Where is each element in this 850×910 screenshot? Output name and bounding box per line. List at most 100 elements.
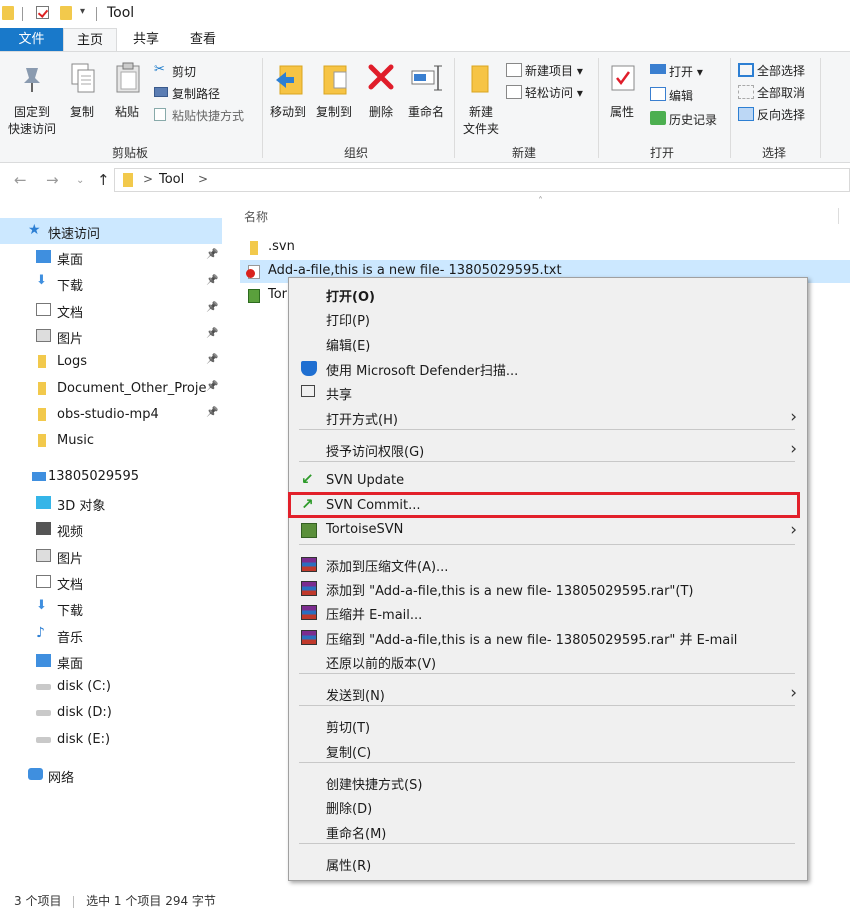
menu-item-7[interactable]: 授予访问权限(G) ›	[289, 437, 807, 461]
nav-pc-item-8[interactable]: disk (C:)	[0, 674, 222, 700]
breadcrumb-tool[interactable]: Tool	[159, 172, 184, 187]
menu-item-3[interactable]: 编辑(E)	[289, 331, 807, 355]
menu-item-15[interactable]: 还原以前的版本(V)	[289, 649, 807, 673]
open-icon	[650, 64, 666, 74]
tab-home[interactable]: 主页	[63, 28, 117, 52]
nav-pc-item-4[interactable]: 文档	[0, 569, 222, 595]
menu-item-14[interactable]: 压缩到 "Add-a-file,this is a new file- 1380…	[289, 625, 807, 649]
file-row[interactable]: .svn	[240, 236, 850, 259]
nav-item-4[interactable]: 图片 📌	[0, 323, 222, 349]
3d-objects-icon	[36, 496, 51, 509]
properties-button[interactable]: 属性	[602, 58, 642, 119]
menu-item-20[interactable]: 删除(D)	[289, 794, 807, 818]
nav-item-3[interactable]: 文档 📌	[0, 297, 222, 323]
recent-chevron-down-icon[interactable]: ⌄	[76, 175, 84, 186]
menu-item-6[interactable]: 打开方式(H) ›	[289, 405, 807, 429]
copy-button[interactable]: 复制	[62, 58, 102, 119]
customize-quick-access-icon[interactable]: ▾	[80, 6, 85, 17]
breadcrumb-separator[interactable]: >	[198, 172, 208, 186]
easy-access-icon	[506, 85, 522, 99]
new-folder-button[interactable]: 新建 文件夹	[458, 58, 504, 138]
pin-icon[interactable]: 📌	[206, 302, 218, 313]
menu-item-8[interactable]: ↙ SVN Update	[289, 469, 807, 493]
menu-item-label: 压缩并 E-mail...	[326, 608, 423, 623]
defender-icon	[301, 361, 317, 376]
nav-item-1[interactable]: 桌面 📌	[0, 244, 222, 270]
menu-item-22[interactable]: 属性(R)	[289, 851, 807, 875]
nav-pc-item-5[interactable]: ⬇ 下载	[0, 595, 222, 621]
pin-icon[interactable]: 📌	[206, 354, 218, 365]
menu-item-1[interactable]: 打开(O)	[289, 282, 807, 306]
nav-pc-item-1[interactable]: 3D 对象	[0, 490, 222, 516]
nav-pc-item-3[interactable]: 图片	[0, 543, 222, 569]
desktop-icon	[36, 653, 51, 667]
menu-item-5[interactable]: 共享	[289, 380, 807, 404]
nav-item-label: obs-studio-mp4	[57, 406, 159, 422]
back-arrow-icon[interactable]: ←	[14, 171, 27, 189]
menu-item-label: 使用 Microsoft Defender扫描...	[326, 364, 519, 379]
chevron-right-icon: ›	[790, 439, 797, 459]
forward-arrow-icon[interactable]: →	[46, 171, 59, 189]
menu-separator	[299, 843, 795, 844]
nav-item-label: Document_Other_Proje	[57, 380, 207, 396]
title-separator	[22, 7, 23, 21]
breadcrumb-separator: >	[143, 172, 154, 186]
menu-item-18[interactable]: 复制(C)	[289, 738, 807, 762]
nav-this-pc[interactable]: 13805029595	[0, 464, 222, 490]
menu-item-2[interactable]: 打印(P)	[289, 306, 807, 330]
pin-icon[interactable]: 📌	[206, 275, 218, 286]
pin-to-quick-access-button[interactable]: 固定到 快速访问	[6, 58, 58, 138]
tab-file[interactable]: 文件	[0, 28, 63, 52]
rename-button[interactable]: 重命名	[402, 58, 450, 119]
pin-icon[interactable]: 📌	[206, 381, 218, 392]
pin-icon[interactable]: 📌	[206, 328, 218, 339]
computer-icon	[32, 472, 46, 481]
delete-button[interactable]: 删除	[362, 58, 400, 119]
document-icon	[36, 574, 51, 588]
nav-item-5[interactable]: Logs 📌	[0, 349, 222, 375]
drive-icon	[36, 710, 51, 717]
move-to-button[interactable]: 移动到	[266, 58, 310, 119]
menu-item-4[interactable]: 使用 Microsoft Defender扫描...	[289, 356, 807, 380]
nav-pc-item-9[interactable]: disk (D:)	[0, 700, 222, 726]
paste-button[interactable]: 粘贴	[106, 58, 148, 119]
nav-item-label: 下载	[57, 604, 84, 620]
group-separator	[820, 58, 821, 158]
nav-pc-item-2[interactable]: 视频	[0, 516, 222, 542]
menu-item-label: SVN Update	[326, 473, 405, 488]
menu-item-12[interactable]: 添加到 "Add-a-file,this is a new file- 1380…	[289, 576, 807, 600]
pin-icon[interactable]: 📌	[206, 249, 218, 260]
nav-pc-item-6[interactable]: ♪ 音乐	[0, 622, 222, 648]
nav-pc-item-10[interactable]: disk (E:)	[0, 727, 222, 753]
nav-item-7[interactable]: obs-studio-mp4 📌	[0, 402, 222, 428]
menu-item-19[interactable]: 创建快捷方式(S)	[289, 770, 807, 794]
menu-item-21[interactable]: 重命名(M)	[289, 819, 807, 843]
nav-item-6[interactable]: Document_Other_Proje 📌	[0, 376, 222, 402]
nav-quick-access[interactable]: ★ 快速访问	[0, 218, 222, 244]
menu-item-10[interactable]: TortoiseSVN ›	[289, 518, 807, 542]
copy-to-button[interactable]: 复制到	[312, 58, 356, 119]
menu-item-13[interactable]: 压缩并 E-mail...	[289, 600, 807, 624]
menu-item-11[interactable]: 添加到压缩文件(A)...	[289, 552, 807, 576]
pin-icon[interactable]: 📌	[206, 407, 218, 418]
nav-network[interactable]: 网络	[0, 762, 222, 788]
properties-quick-icon[interactable]	[36, 6, 49, 19]
address-bar[interactable]: > Tool >	[114, 168, 850, 192]
nav-item-2[interactable]: ⬇ 下载 📌	[0, 270, 222, 296]
nav-item-label: Music	[57, 433, 94, 449]
select-none-icon	[738, 85, 754, 99]
menu-item-16[interactable]: 发送到(N) ›	[289, 681, 807, 705]
new-folder-quick-icon[interactable]	[60, 6, 72, 20]
menu-item-label: 打印(P)	[326, 314, 370, 329]
properties-icon	[611, 65, 635, 91]
nav-pc-item-7[interactable]: 桌面	[0, 648, 222, 674]
column-header-name[interactable]: 名称	[244, 208, 268, 225]
nav-item-8[interactable]: Music	[0, 428, 222, 454]
folder-icon	[123, 173, 133, 187]
menu-item-17[interactable]: 剪切(T)	[289, 713, 807, 737]
tab-share[interactable]: 共享	[122, 28, 170, 52]
folder-icon	[38, 434, 46, 448]
tab-view[interactable]: 查看	[178, 28, 228, 52]
menu-item-label: 打开方式(H)	[326, 413, 398, 428]
up-arrow-icon[interactable]: ↑	[97, 171, 110, 189]
